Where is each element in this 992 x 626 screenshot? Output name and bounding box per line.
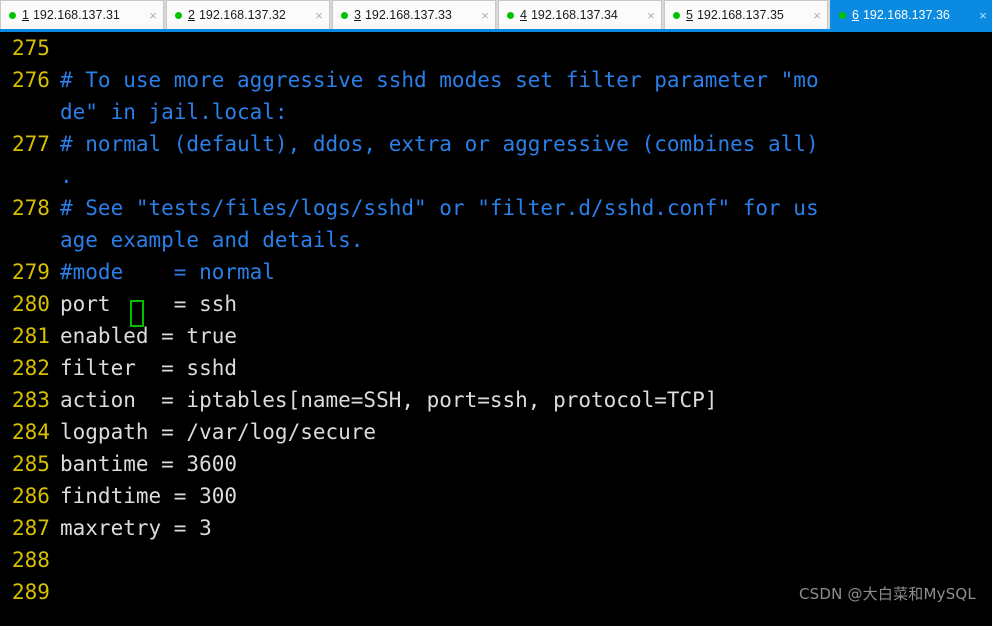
tab-index-label: 6 <box>852 8 859 22</box>
line-number: 289 <box>12 580 50 604</box>
code-line[interactable]: 284 logpath = /var/log/secure <box>0 416 992 448</box>
line-number: 279 <box>12 260 50 284</box>
code-line[interactable]: 281 enabled = true <box>0 320 992 352</box>
line-number: 275 <box>12 36 50 60</box>
line-number: 276 <box>12 68 50 92</box>
code-line-text: de" in jail.local: <box>60 100 288 124</box>
line-number: 278 <box>12 196 50 220</box>
code-line[interactable]: 280 port = ssh <box>0 288 992 320</box>
code-line[interactable]: de" in jail.local: <box>0 96 992 128</box>
tab-close-icon[interactable]: × <box>145 9 161 22</box>
connection-status-dot-icon <box>673 11 680 19</box>
code-line-text: bantime = 3600 <box>60 452 238 476</box>
code-line-text: # normal (default), ddos, extra or aggre… <box>60 132 819 156</box>
tab-close-icon[interactable]: × <box>477 9 493 22</box>
code-line-text: # To use more aggressive sshd modes set … <box>60 68 819 92</box>
connection-status-dot-icon <box>175 11 182 19</box>
code-line[interactable]: 283 action = iptables[name=SSH, port=ssh,… <box>0 384 992 416</box>
code-line[interactable]: 277 # normal (default), ddos, extra or ag… <box>0 128 992 160</box>
code-line[interactable]: 279 #mode = normal <box>0 256 992 288</box>
tab-close-icon[interactable]: × <box>975 9 991 22</box>
terminal-tab-5[interactable]: 5 192.168.137.35 × <box>664 0 828 29</box>
tab-host-label: 192.168.137.33 <box>364 8 452 22</box>
tab-host-label: 192.168.137.34 <box>530 8 618 22</box>
terminal-tab-6[interactable]: 6 192.168.137.36 × <box>830 0 992 29</box>
line-number: 277 <box>12 132 50 156</box>
connection-status-dot-icon <box>507 11 514 19</box>
code-line[interactable]: 278 # See "tests/files/logs/sshd" or "fil… <box>0 192 992 224</box>
tab-host-label: 192.168.137.35 <box>696 8 784 22</box>
line-number: 287 <box>12 516 50 540</box>
tab-host-label: 192.168.137.31 <box>32 8 120 22</box>
code-line[interactable]: 286 findtime = 300 <box>0 480 992 512</box>
code-line-text: age example and details. <box>60 228 364 252</box>
connection-status-dot-icon <box>839 11 846 19</box>
code-line[interactable]: 276 # To use more aggressive sshd modes s… <box>0 64 992 96</box>
code-line-text: logpath = /var/log/secure <box>60 420 377 444</box>
line-number: 285 <box>12 452 50 476</box>
code-line[interactable]: 287 maxretry = 3 <box>0 512 992 544</box>
tab-index-label: 5 <box>686 8 693 22</box>
line-number: 281 <box>12 324 50 348</box>
line-number: 280 <box>12 292 50 316</box>
code-line[interactable]: 288 <box>0 544 992 576</box>
terminal-tab-1[interactable]: 1 192.168.137.31 × <box>0 0 164 29</box>
code-line[interactable]: age example and details. <box>0 224 992 256</box>
code-line-text: maxretry = 3 <box>60 516 212 540</box>
code-line-text: . <box>60 164 73 188</box>
code-line-text: # See "tests/files/logs/sshd" or "filter… <box>60 196 819 220</box>
line-number: 286 <box>12 484 50 508</box>
code-line-text: enabled = true <box>60 324 238 348</box>
tab-close-icon[interactable]: × <box>643 9 659 22</box>
line-number: 283 <box>12 388 50 412</box>
code-line-text: filter = sshd <box>60 356 238 380</box>
terminal-tab-2[interactable]: 2 192.168.137.32 × <box>166 0 330 29</box>
tab-index-label: 1 <box>22 8 29 22</box>
tab-index-label: 4 <box>520 8 527 22</box>
code-line-text: #mode = normal <box>60 260 275 284</box>
code-line-text: port = ssh <box>60 292 238 316</box>
line-number: 288 <box>12 548 50 572</box>
code-line[interactable]: 282 filter = sshd <box>0 352 992 384</box>
code-editor-pane[interactable]: 275 276 # To use more aggressive sshd mode… <box>0 32 992 626</box>
tab-host-label: 192.168.137.36 <box>862 8 950 22</box>
code-lines-container: 275 276 # To use more aggressive sshd mode… <box>0 32 992 608</box>
tab-close-icon[interactable]: × <box>311 9 327 22</box>
code-line[interactable]: . <box>0 160 992 192</box>
tab-index-label: 2 <box>188 8 195 22</box>
tab-host-label: 192.168.137.32 <box>198 8 286 22</box>
terminal-tab-4[interactable]: 4 192.168.137.34 × <box>498 0 662 29</box>
watermark-label: CSDN @大白菜和MySQL <box>798 585 976 603</box>
code-line[interactable]: 285 bantime = 3600 <box>0 448 992 480</box>
code-line-text: findtime = 300 <box>60 484 238 508</box>
line-number: 282 <box>12 356 50 380</box>
code-line[interactable]: 275 <box>0 32 992 64</box>
line-number: 284 <box>12 420 50 444</box>
connection-status-dot-icon <box>341 11 348 19</box>
connection-status-dot-icon <box>9 11 16 19</box>
code-line-text: action = iptables[name=SSH, port=ssh, pr… <box>60 388 718 412</box>
tab-index-label: 3 <box>354 8 361 22</box>
tab-close-icon[interactable]: × <box>809 9 825 22</box>
terminal-tab-3[interactable]: 3 192.168.137.33 × <box>332 0 496 29</box>
terminal-tab-bar: 1 192.168.137.31 × 2 192.168.137.32 × 3 192.168… <box>0 0 992 32</box>
